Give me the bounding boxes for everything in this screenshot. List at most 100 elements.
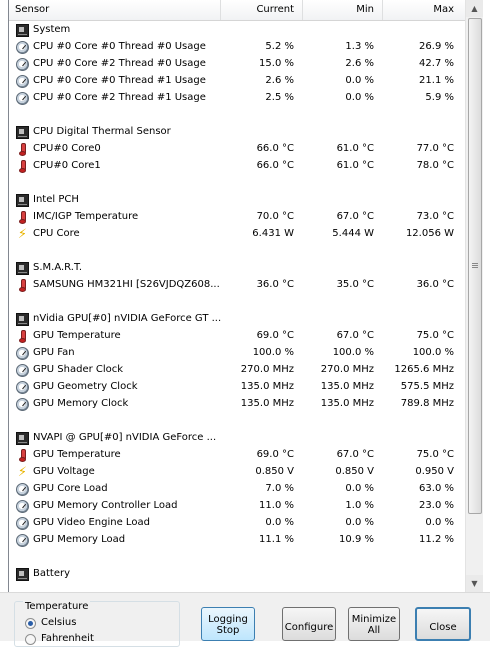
sensor-name: GPU Video Engine Load (33, 517, 150, 528)
spacer-row (9, 549, 466, 566)
group-row[interactable]: NVAPI @ GPU[#0] nVIDIA GeForce ... (9, 430, 466, 447)
sensor-row[interactable]: GPU Memory Load 11.1 % 10.9 % 11.2 % (9, 532, 466, 549)
min-value: 10.9 % (339, 534, 374, 545)
min-value: 61.0 °C (336, 160, 374, 171)
spacer-row (9, 175, 466, 192)
sensor-row[interactable]: GPU Core Load 7.0 % 0.0 % 63.0 % (9, 481, 466, 498)
sensor-row[interactable]: GPU Memory Clock 135.0 MHz 135.0 MHz 789.8 … (9, 396, 466, 413)
min-value: 2.6 % (345, 58, 374, 69)
hardware-icon (16, 262, 29, 275)
sensor-row[interactable]: GPU Shader Clock 270.0 MHz 270.0 MHz 1265.6… (9, 362, 466, 379)
column-sensor[interactable]: Sensor (15, 4, 49, 15)
gauge-icon (16, 364, 29, 377)
close-button[interactable]: Close (415, 607, 471, 641)
current-value: 69.0 °C (256, 449, 294, 460)
sensor-name: CPU #0 Core #0 Thread #0 Usage (33, 41, 206, 52)
sensor-name: CPU #0 Core #0 Thread #1 Usage (33, 75, 206, 86)
sensor-name: Battery (33, 568, 71, 579)
sensor-name: GPU Temperature (33, 330, 121, 341)
sensor-name: GPU Temperature (33, 449, 121, 460)
max-value: 21.1 % (419, 75, 454, 86)
max-value: 73.0 °C (416, 211, 454, 222)
current-value: 36.0 °C (256, 279, 294, 290)
scroll-up-icon[interactable]: ▲ (466, 0, 483, 17)
gauge-icon (16, 92, 29, 105)
group-row[interactable]: nVidia GPU[#0] nVIDIA GeForce GT ... (9, 311, 466, 328)
group-row[interactable]: System (9, 22, 466, 39)
column-current[interactable]: Current (256, 4, 294, 15)
current-value: 2.6 % (265, 75, 294, 86)
current-value: 11.1 % (259, 534, 294, 545)
max-value: 75.0 °C (416, 330, 454, 341)
max-value: 11.2 % (419, 534, 454, 545)
sensor-row[interactable]: CPU #0 Core #0 Thread #1 Usage 2.6 % 0.0 %… (9, 73, 466, 90)
sensor-row[interactable]: GPU Video Engine Load 0.0 % 0.0 % 0.0 % (9, 515, 466, 532)
temperature-legend: Temperature (23, 601, 91, 612)
sensor-row[interactable]: GPU Temperature 69.0 °C 67.0 °C 75.0 °C (9, 447, 466, 464)
sensor-name: GPU Memory Clock (33, 398, 129, 409)
vertical-scrollbar[interactable]: ▲ ▼ (465, 0, 483, 592)
spacer-row (9, 243, 466, 260)
sensor-row[interactable]: GPU Fan 100.0 % 100.0 % 100.0 % (9, 345, 466, 362)
thermometer-icon (16, 143, 29, 156)
sensor-name: nVidia GPU[#0] nVIDIA GeForce GT ... (33, 313, 222, 324)
sensor-row[interactable]: CPU #0 Core #2 Thread #0 Usage 15.0 % 2.6 … (9, 56, 466, 73)
thermometer-icon (16, 449, 29, 462)
current-value: 15.0 % (259, 58, 294, 69)
max-value: 42.7 % (419, 58, 454, 69)
min-value: 0.850 V (335, 466, 374, 477)
sensor-name: NVAPI @ GPU[#0] nVIDIA GeForce ... (33, 432, 217, 443)
current-value: 7.0 % (265, 483, 294, 494)
max-value: 78.0 °C (416, 160, 454, 171)
hardware-icon (16, 432, 29, 445)
current-value: 6.431 W (252, 228, 294, 239)
column-min[interactable]: Min (356, 4, 374, 15)
min-value: 67.0 °C (336, 330, 374, 341)
sensor-row[interactable]: GPU Geometry Clock 135.0 MHz 135.0 MHz 575.… (9, 379, 466, 396)
thermometer-icon (16, 211, 29, 224)
sensor-name: CPU #0 Core #2 Thread #0 Usage (33, 58, 206, 69)
group-row[interactable]: CPU Digital Thermal Sensor (9, 124, 466, 141)
sensor-row[interactable]: CPU#0 Core1 66.0 °C 61.0 °C 78.0 °C (9, 158, 466, 175)
hardware-icon (16, 126, 29, 139)
group-row[interactable]: S.M.A.R.T. (9, 260, 466, 277)
sensor-row[interactable]: SAMSUNG HM321HI [S26VJDQZ608... 36.0 °C 35… (9, 277, 466, 294)
scroll-thumb[interactable] (468, 18, 482, 514)
logging-stop-button[interactable]: Logging Stop (201, 607, 255, 641)
configure-button[interactable]: Configure (282, 607, 336, 641)
group-row[interactable]: Intel PCH (9, 192, 466, 209)
sensor-name: SAMSUNG HM321HI [S26VJDQZ608... (33, 279, 220, 290)
fahrenheit-label[interactable]: Fahrenheit (41, 633, 94, 644)
max-value: 12.056 W (405, 228, 454, 239)
gauge-icon (16, 398, 29, 411)
max-value: 23.0 % (419, 500, 454, 511)
minimize-all-button[interactable]: Minimize All (348, 607, 400, 641)
sensor-row[interactable]: ⚡ GPU Voltage 0.850 V 0.850 V 0.950 V (9, 464, 466, 481)
sensor-list[interactable]: Sensor Current Min Max System CPU #0 Core… (8, 0, 466, 592)
celsius-radio[interactable] (25, 618, 36, 629)
max-value: 0.0 % (425, 517, 454, 528)
scroll-down-icon[interactable]: ▼ (466, 575, 483, 592)
close-label: Close (429, 622, 457, 633)
sensor-name: CPU #0 Core #2 Thread #1 Usage (33, 92, 206, 103)
group-row[interactable]: Battery (9, 566, 466, 583)
sensor-row[interactable]: ⚡ CPU Core 6.431 W 5.444 W 12.056 W (9, 226, 466, 243)
celsius-label[interactable]: Celsius (41, 617, 76, 628)
sensor-name: GPU Voltage (33, 466, 95, 477)
sensor-row[interactable]: GPU Temperature 69.0 °C 67.0 °C 75.0 °C (9, 328, 466, 345)
current-value: 135.0 MHz (240, 398, 294, 409)
current-value: 11.0 % (259, 500, 294, 511)
min-value: 61.0 °C (336, 143, 374, 154)
column-max[interactable]: Max (433, 4, 454, 15)
min-value: 0.0 % (345, 75, 374, 86)
current-value: 66.0 °C (256, 160, 294, 171)
sensor-row[interactable]: CPU #0 Core #2 Thread #1 Usage 2.5 % 0.0 %… (9, 90, 466, 107)
sensor-row[interactable]: GPU Memory Controller Load 11.0 % 1.0 % 23.… (9, 498, 466, 515)
hardware-icon (16, 313, 29, 326)
current-value: 2.5 % (265, 92, 294, 103)
sensor-row[interactable]: CPU #0 Core #0 Thread #0 Usage 5.2 % 1.3 %… (9, 39, 466, 56)
min-value: 270.0 MHz (320, 364, 374, 375)
sensor-row[interactable]: IMC/IGP Temperature 70.0 °C 67.0 °C 73.0 °C (9, 209, 466, 226)
max-value: 575.5 MHz (400, 381, 454, 392)
sensor-row[interactable]: CPU#0 Core0 66.0 °C 61.0 °C 77.0 °C (9, 141, 466, 158)
